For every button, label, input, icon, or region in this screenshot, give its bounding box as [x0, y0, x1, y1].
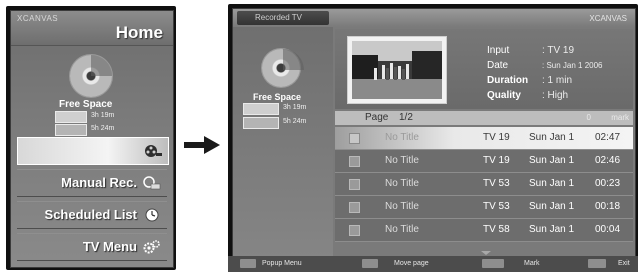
- recording-date: Sun Jan 1: [529, 224, 575, 235]
- recording-icon: [349, 179, 360, 190]
- recording-row[interactable]: No Title TV 53 Sun Jan 1 00:18: [335, 196, 633, 219]
- guide-move-page: Move page: [394, 260, 429, 267]
- recording-thumbnail: [347, 36, 447, 104]
- manual-rec-icon: [143, 176, 161, 190]
- menu-item-label: Scheduled List: [44, 207, 137, 222]
- recording-row[interactable]: No Title TV 19 Sun Jan 1 02:47: [335, 127, 633, 150]
- menu-item-scheduled-list[interactable]: Scheduled List: [17, 201, 167, 229]
- page-number: 1/2: [399, 112, 413, 123]
- recorded-tv-header: Recorded TV XCANVAS: [233, 9, 635, 27]
- recording-channel: TV 19: [483, 155, 510, 166]
- recording-channel: TV 53: [483, 201, 510, 212]
- film-reel-icon: [145, 145, 162, 157]
- free-space-label: Free Space: [253, 92, 302, 102]
- storage-sidebar: Free Space 3h 19m 5h 24m: [233, 27, 333, 257]
- recording-channel: TV 53: [483, 178, 510, 189]
- recording-date: Sun Jan 1: [529, 201, 575, 212]
- recording-duration: 02:47: [595, 132, 621, 143]
- recording-title: No Title: [385, 132, 419, 143]
- menu-item-recorded-tv[interactable]: [17, 137, 169, 165]
- recording-duration: 02:46: [595, 155, 621, 166]
- brand-logo: XCANVAS: [589, 14, 627, 23]
- recording-row[interactable]: No Title TV 19 Sun Jan 1 02:46: [335, 150, 633, 173]
- remote-key-icon: [588, 259, 606, 268]
- clock-icon: [145, 208, 159, 222]
- space-value-low: 5h 24m: [91, 125, 115, 132]
- disc-usage-icon: [262, 49, 304, 91]
- remote-key-icon: [362, 259, 378, 268]
- scroll-down-icon[interactable]: [481, 251, 491, 255]
- page-title: Recorded TV: [255, 13, 302, 22]
- menu-item-tv-menu[interactable]: TV Menu: [17, 233, 167, 261]
- mark-count: 0: [586, 113, 591, 122]
- recording-icon: [349, 133, 360, 144]
- button-guide-bar: Popup Menu Move page Mark Exit: [228, 256, 638, 272]
- recorded-tv-panel: Recorded TV XCANVAS Free Space 3h 19m 5h…: [228, 4, 638, 272]
- mark-label: mark: [611, 113, 629, 122]
- info-input-value: : TV 19: [542, 45, 575, 56]
- home-menu-panel: XCANVAS Home Free Space 3h 19m 5h 24m Ma…: [6, 6, 176, 270]
- page-indicator: Page 1/2 0 mark: [335, 111, 633, 125]
- space-bar-high: [55, 111, 87, 123]
- recording-date: Sun Jan 1: [529, 132, 575, 143]
- recording-duration: 00:04: [595, 224, 621, 235]
- recording-list-area: Input : TV 19 Date : Sun Jan 1 2006 Dura…: [333, 27, 635, 257]
- disc-usage-icon: [70, 55, 112, 97]
- remote-key-icon: [240, 259, 256, 268]
- recording-icon: [349, 202, 360, 213]
- space-value-high: 3h 19m: [283, 104, 307, 111]
- page-label: Page: [365, 112, 389, 123]
- recording-title: No Title: [385, 224, 419, 235]
- page-title: Home: [115, 23, 163, 42]
- recording-channel: TV 58: [483, 224, 510, 235]
- space-bar-high: [243, 103, 279, 115]
- recording-title: No Title: [385, 178, 419, 189]
- recording-row[interactable]: No Title TV 58 Sun Jan 1 00:04: [335, 219, 633, 242]
- home-header: XCANVAS Home: [11, 11, 173, 46]
- recording-duration: 00:18: [595, 201, 621, 212]
- recording-title: No Title: [385, 155, 419, 166]
- gears-icon: [143, 240, 160, 254]
- remote-key-icon: [482, 259, 504, 268]
- space-value-high: 3h 19m: [91, 112, 115, 119]
- recording-date: Sun Jan 1: [529, 155, 575, 166]
- recording-row[interactable]: No Title TV 53 Sun Jan 1 00:23: [335, 173, 633, 196]
- info-input-label: Input: [487, 45, 510, 56]
- right-arrow-icon: [184, 136, 220, 154]
- recording-info-panel: Input : TV 19 Date : Sun Jan 1 2006 Dura…: [335, 29, 633, 109]
- menu-item-label: Manual Rec.: [61, 175, 137, 190]
- info-date-value: : Sun Jan 1 2006: [542, 61, 603, 70]
- brand-logo: XCANVAS: [17, 14, 59, 23]
- guide-popup-menu: Popup Menu: [262, 260, 302, 267]
- info-quality-value: : High: [542, 90, 569, 101]
- guide-mark: Mark: [524, 260, 540, 267]
- space-bar-low: [243, 117, 279, 129]
- free-space-label: Free Space: [59, 99, 113, 110]
- info-quality-label: Quality: [487, 90, 521, 101]
- recording-date: Sun Jan 1: [529, 178, 575, 189]
- space-value-low: 5h 24m: [283, 118, 307, 125]
- recording-icon: [349, 156, 360, 167]
- info-date-label: Date: [487, 60, 509, 71]
- info-duration-value: : 1 min: [542, 75, 573, 86]
- recording-title: No Title: [385, 201, 419, 212]
- video-preview-image: [352, 41, 442, 99]
- recording-duration: 00:23: [595, 178, 621, 189]
- info-duration-label: Duration: [487, 75, 529, 86]
- menu-item-label: TV Menu: [82, 239, 137, 254]
- menu-item-manual-rec[interactable]: Manual Rec.: [17, 169, 167, 197]
- space-bar-low: [55, 124, 87, 136]
- recorded-tv-body: Recorded TV XCANVAS Free Space 3h 19m 5h…: [232, 8, 636, 258]
- recording-channel: TV 19: [483, 132, 510, 143]
- recording-icon: [349, 225, 360, 236]
- home-menu-body: XCANVAS Home Free Space 3h 19m 5h 24m Ma…: [10, 10, 174, 268]
- guide-exit: Exit: [618, 260, 630, 267]
